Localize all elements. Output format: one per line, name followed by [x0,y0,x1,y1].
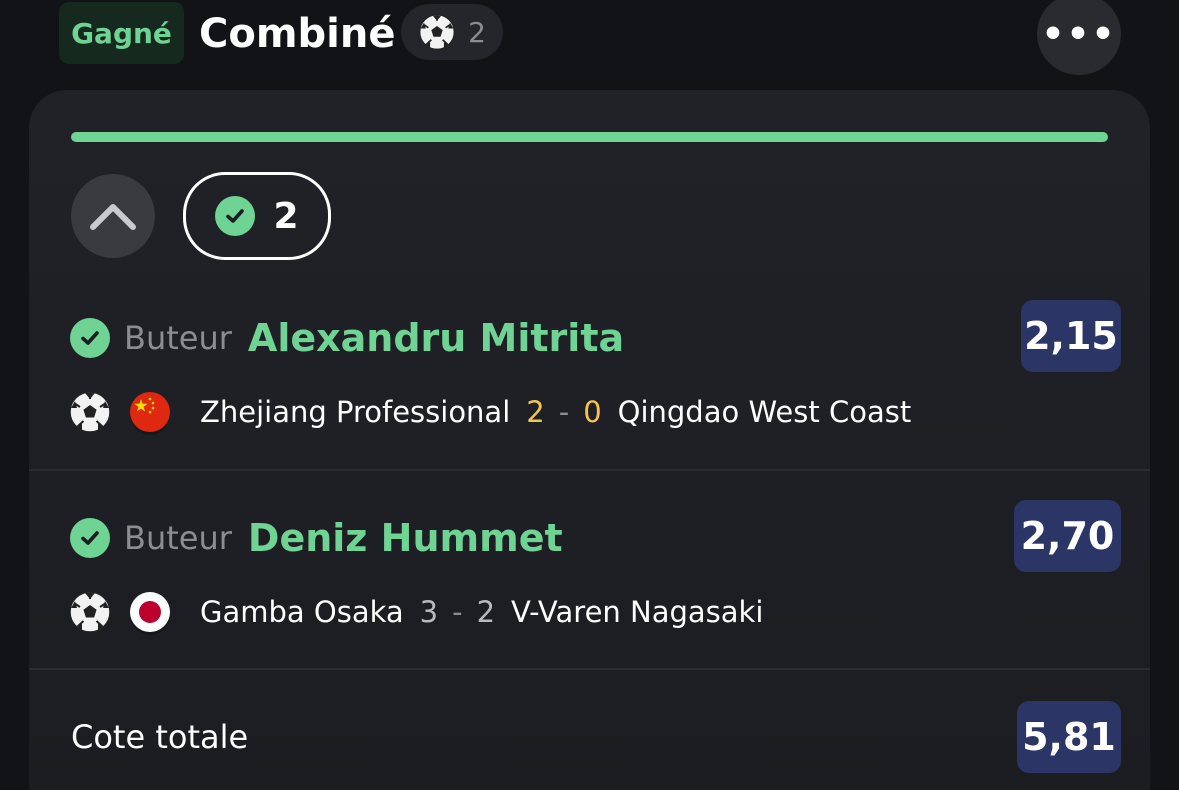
match-line: Gamba Osaka 3 - 2 V-Varen Nagasaki [68,582,763,642]
selection-odds: 2,15 [1021,300,1121,372]
status-badge: Gagné [59,2,184,64]
sport-count-chip[interactable]: 2 [401,4,503,60]
soccer-ball-icon [69,391,111,433]
home-team: Gamba Osaka [200,595,404,629]
market-label: Buteur [124,519,232,557]
player-name: Deniz Hummet [247,516,563,560]
japan-flag-icon [130,592,170,632]
total-odds: 5,81 [1017,701,1121,773]
more-options-button[interactable]: ••• [1037,0,1121,75]
home-score: 2 [526,395,545,429]
selection-odds: 2,70 [1014,500,1121,572]
sport-count: 2 [468,15,486,49]
away-score: 2 [476,595,496,629]
bet-title: Combiné [199,11,396,57]
total-odds-label: Cote totale [71,718,249,756]
selection-row[interactable]: Buteur Alexandru Mitrita 2,15 Zhejiang P… [29,300,1150,508]
soccer-ball-icon [419,14,455,50]
won-legs-badge[interactable]: 2 [183,172,331,260]
check-icon [70,318,110,358]
more-icon: ••• [1041,13,1117,55]
away-team: Qingdao West Coast [617,395,912,429]
bet-header: Gagné Combiné 2 ••• [0,0,1179,80]
soccer-ball-icon [69,591,111,633]
check-icon [70,518,110,558]
score-separator: - [452,595,463,629]
china-flag-icon [130,392,170,432]
score-separator: - [558,395,570,429]
home-team: Zhejiang Professional [200,395,511,429]
progress-fill [71,132,1108,142]
divider [29,668,1150,670]
status-label: Gagné [71,16,172,50]
market-label: Buteur [124,319,232,357]
selection-header: Buteur Deniz Hummet [70,508,563,568]
selection-header: Buteur Alexandru Mitrita [70,308,624,368]
divider [29,469,1150,471]
collapse-button[interactable] [71,174,155,258]
chevron-up-icon [90,204,136,230]
progress-bar [71,132,1108,142]
match-line: Zhejiang Professional 2 - 0 Qingdao West… [68,382,911,442]
away-score: 0 [583,395,602,429]
bet-card: 2 Buteur Alexandru Mitrita 2,15 Zhejiang… [29,90,1150,790]
away-team: V-Varen Nagasaki [511,595,764,629]
check-icon [215,196,256,236]
home-score: 3 [419,595,439,629]
won-legs-count: 2 [273,195,299,237]
selection-row[interactable]: Buteur Deniz Hummet 2,70 Gamba Osaka 3 - [29,500,1150,708]
player-name: Alexandru Mitrita [247,316,625,360]
